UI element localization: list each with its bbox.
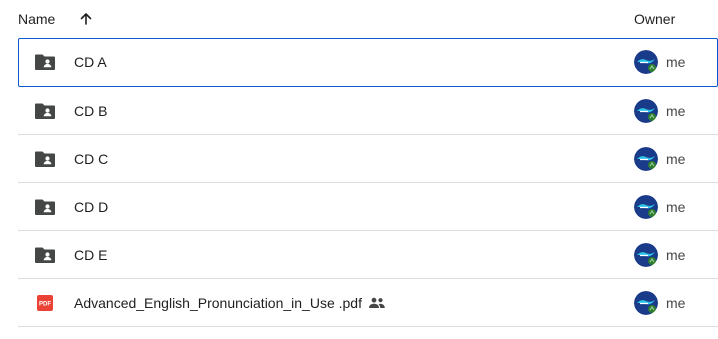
avatar [634, 195, 658, 219]
shared-folder-icon [34, 101, 56, 121]
owner-name: me [666, 54, 686, 70]
file-list: Name Owner CD A me CD B me CD C me CD D me CD E m… [0, 0, 718, 339]
shared-folder-icon [35, 103, 55, 119]
table-row[interactable]: CD D me [18, 183, 718, 231]
sort-button[interactable] [76, 9, 96, 29]
shared-folder-icon [34, 52, 56, 72]
pdf-icon: PDF [37, 295, 53, 311]
owner-name: me [666, 199, 686, 215]
avatar [634, 291, 658, 315]
file-name: CD D [74, 199, 109, 215]
owner-avatar-image [634, 291, 658, 315]
owner-avatar-image [634, 195, 658, 219]
shared-folder-icon [34, 245, 56, 265]
column-header-owner[interactable]: Owner [634, 11, 675, 27]
table-row[interactable]: CD E me [18, 231, 718, 279]
column-header-name[interactable]: Name [18, 11, 55, 27]
shared-folder-icon [35, 199, 55, 215]
people-icon [369, 297, 385, 308]
shared-folder-icon [35, 54, 55, 70]
shared-folder-icon [35, 151, 55, 167]
shared-folder-icon [34, 197, 56, 217]
shared-indicator [368, 296, 386, 310]
owner-name: me [666, 247, 686, 263]
avatar [634, 50, 658, 74]
arrow-up-icon [80, 13, 92, 25]
table-row[interactable]: CD B me [18, 87, 718, 135]
pdf-badge-text: PDF [39, 302, 51, 308]
file-name: CD B [74, 103, 108, 119]
avatar [634, 243, 658, 267]
table-row[interactable]: CD C me [18, 135, 718, 183]
owner-avatar-image [634, 99, 658, 123]
shared-folder-icon [35, 247, 55, 263]
owner-avatar-image [634, 243, 658, 267]
file-name: Advanced_English_Pronunciation_in_Use .p… [74, 295, 362, 311]
pdf-icon: PDF [34, 293, 56, 313]
owner-avatar-image [634, 50, 658, 74]
avatar [634, 99, 658, 123]
table-row[interactable]: CD A me [18, 38, 718, 87]
avatar [634, 147, 658, 171]
owner-name: me [666, 103, 686, 119]
table-row[interactable]: PDF Advanced_English_Pronunciation_in_Use… [18, 279, 718, 327]
file-name: CD A [74, 54, 107, 70]
owner-name: me [666, 295, 686, 311]
list-header: Name Owner [0, 0, 718, 38]
file-name: CD C [74, 151, 109, 167]
owner-name: me [666, 151, 686, 167]
file-name: CD E [74, 247, 108, 263]
shared-folder-icon [34, 149, 56, 169]
owner-avatar-image [634, 147, 658, 171]
